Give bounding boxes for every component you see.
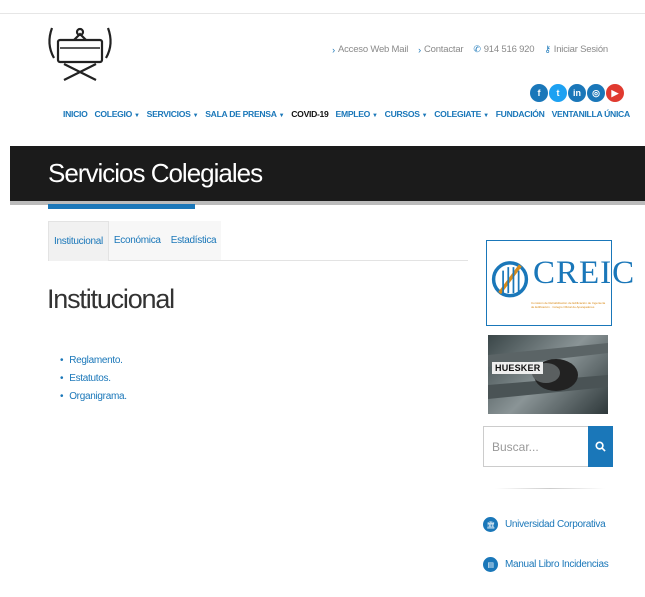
top-link-2[interactable]: ✆ 914 516 920 (473, 44, 534, 55)
nav-item-label: SERVICIOS (146, 109, 191, 119)
top-link-1[interactable]: › Contactar (418, 44, 463, 55)
twitter-icon[interactable]: t (549, 84, 567, 102)
huesker-label: HUESKER (492, 362, 544, 374)
creic-banner[interactable]: CREIC Comisión de Rehabilitación de Edif… (486, 240, 634, 326)
chevron-right-icon: › (418, 44, 421, 55)
creic-logo-icon (491, 261, 529, 298)
college-logo[interactable] (44, 22, 116, 84)
accent-bar (48, 204, 195, 209)
creic-title: CREIC (533, 255, 636, 291)
top-link-label: Contactar (423, 44, 464, 55)
top-link-label: Iniciar Sesión (553, 44, 608, 55)
nav-item-3[interactable]: SALA DE PRENSA ▼ (205, 109, 284, 119)
caret-down-icon: ▼ (372, 113, 378, 119)
nav-item-9[interactable]: VENTANILLA ÚNICA (551, 109, 631, 119)
top-border (0, 13, 645, 14)
caret-down-icon: ▼ (483, 113, 489, 119)
page-title: Servicios Colegiales (48, 158, 263, 188)
nav-item-label: SALA DE PRENSA (205, 109, 277, 119)
top-link-3[interactable]: ⚷ Iniciar Sesión (544, 44, 608, 55)
sidebar-divider (495, 488, 605, 489)
search-input[interactable]: Buscar... (483, 426, 588, 467)
university-icon: 🏛 (483, 517, 498, 532)
caret-down-icon: ▼ (192, 113, 199, 119)
book-icon: ▤ (483, 557, 498, 572)
chevron-right-icon: › (332, 44, 335, 55)
tab-0[interactable]: Institucional (48, 221, 109, 261)
nav-item-6[interactable]: CURSOS ▼ (385, 109, 428, 119)
instagram-icon[interactable]: ◎ (587, 84, 605, 102)
creic-subtitle: Comisión de Rehabilitación de Edificació… (531, 301, 606, 309)
sidebar-link-label: Universidad Corporativa (505, 519, 606, 530)
key-icon: ⚷ (544, 44, 551, 54)
social-links: f t in ◎ ▶ (530, 84, 624, 102)
document-link[interactable]: Reglamento. (60, 355, 127, 366)
sidebar-link-label: Manual Libro Incidencias (505, 559, 609, 570)
nav-item-5[interactable]: EMPLEO ▼ (336, 109, 378, 119)
caret-down-icon: ▼ (278, 113, 285, 119)
document-list: Reglamento. Estatutos. Organigrama. (60, 355, 127, 409)
nav-item-2[interactable]: SERVICIOS ▼ (147, 109, 199, 119)
top-link-label: 914 516 920 (483, 44, 535, 55)
caret-down-icon: ▼ (134, 113, 140, 119)
section-title: Institucional (47, 284, 175, 314)
handshake-image-icon (488, 343, 608, 399)
tab-bar: Institucional Económica Estadística (48, 221, 468, 261)
youtube-icon[interactable]: ▶ (606, 84, 624, 102)
nav-item-label: INICIO (63, 109, 88, 119)
caret-down-icon: ▼ (421, 113, 428, 119)
sidebar-link-0[interactable]: 🏛 Universidad Corporativa (483, 517, 606, 532)
nav-item-7[interactable]: COLEGIATE ▼ (434, 109, 489, 119)
nav-item-0[interactable]: INICIO (63, 109, 88, 119)
nav-item-4[interactable]: COVID-19 (291, 109, 329, 119)
linkedin-icon[interactable]: in (568, 84, 586, 102)
main-nav: INICIO COLEGIO ▼ SERVICIOS ▼ SALA DE PRENSA ▼ C… (63, 109, 630, 119)
top-link-0[interactable]: › Acceso Web Mail (332, 44, 408, 55)
huesker-banner[interactable]: HUESKER (488, 335, 608, 414)
nav-item-8[interactable]: FUNDACIÓN (496, 109, 545, 119)
top-link-label: Acceso Web Mail (337, 44, 409, 55)
document-link[interactable]: Organigrama. (60, 391, 127, 402)
nav-item-label: COLEGIATE (434, 109, 482, 119)
search-button[interactable] (588, 426, 613, 467)
nav-item-label: CURSOS (384, 109, 420, 119)
top-links: › Acceso Web Mail › Contactar ✆ 914 516 920 ⚷ I… (332, 44, 608, 55)
nav-item-label: COVID-19 (291, 109, 329, 119)
phone-icon: ✆ (473, 44, 481, 54)
nav-item-label: VENTANILLA ÚNICA (551, 109, 631, 119)
page-banner: Servicios Colegiales (10, 146, 645, 201)
nav-item-label: FUNDACIÓN (495, 109, 545, 119)
tab-1[interactable]: Económica (108, 221, 166, 260)
nav-item-1[interactable]: COLEGIO ▼ (94, 109, 139, 119)
facebook-icon[interactable]: f (530, 84, 548, 102)
nav-item-label: COLEGIO (94, 109, 132, 119)
document-link[interactable]: Estatutos. (60, 373, 127, 384)
nav-item-label: EMPLEO (335, 109, 371, 119)
tab-2[interactable]: Estadística (165, 221, 222, 260)
search-icon (595, 441, 606, 452)
sidebar-link-1[interactable]: ▤ Manual Libro Incidencias (483, 557, 609, 572)
